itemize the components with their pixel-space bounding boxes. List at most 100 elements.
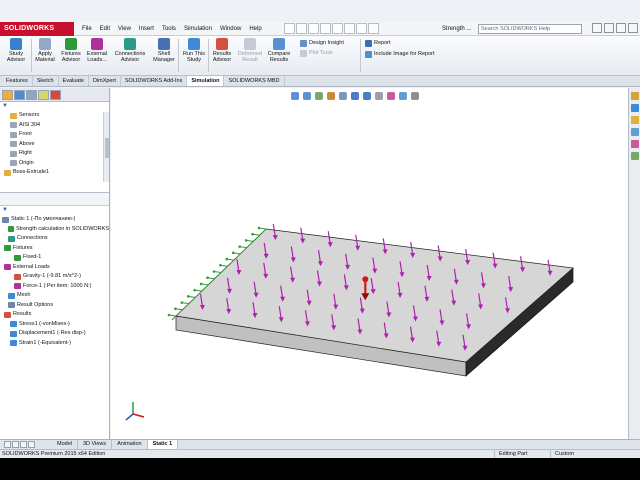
minimize-icon[interactable] <box>604 23 614 33</box>
plot-tools-button[interactable]: Plot Tools <box>300 49 333 57</box>
display-tab-icon[interactable] <box>50 90 61 100</box>
rebuild-icon[interactable] <box>356 23 367 34</box>
tree-item[interactable]: Boss-Extrude1 <box>0 168 109 178</box>
menu-edit[interactable]: Edit <box>96 22 114 36</box>
hide-show-icon[interactable] <box>375 92 383 100</box>
tab-simulation[interactable]: Simulation <box>187 76 225 86</box>
tab-sketch[interactable]: Sketch <box>33 76 59 86</box>
menu-view[interactable]: View <box>114 22 135 36</box>
tab-static-1[interactable]: Static 1 <box>147 440 179 449</box>
view-orientation-icon[interactable] <box>351 92 359 100</box>
restore-icon[interactable] <box>616 23 626 33</box>
compare-results-button[interactable]: Compare Results <box>265 38 293 63</box>
prev-tab-icon[interactable] <box>12 441 19 448</box>
tree-item[interactable]: Gravity-1 (-9.81 m/s^2-) <box>0 272 109 282</box>
menu-simulation[interactable]: Simulation <box>180 22 216 36</box>
tree-scrollbar[interactable] <box>103 112 109 182</box>
scroll-thumb[interactable] <box>105 138 109 158</box>
tab-addins[interactable]: SOLIDWORKS Add-Ins <box>121 76 188 86</box>
zoom-fit-icon[interactable] <box>291 92 299 100</box>
fixtures-advisor-button[interactable]: Fixtures Advisor <box>57 38 85 63</box>
tree-item[interactable]: Displacement1 (-Res disp-) <box>0 329 109 339</box>
tab-model[interactable]: Model <box>52 440 78 449</box>
deformed-result-button[interactable]: Deformed Result <box>236 38 264 63</box>
design-library-icon[interactable] <box>631 104 639 112</box>
model-view[interactable] <box>111 88 628 444</box>
display-style-icon[interactable] <box>363 92 371 100</box>
run-study-button[interactable]: Run This Study <box>180 38 208 63</box>
view-settings-icon[interactable] <box>411 92 419 100</box>
file-explorer-icon[interactable] <box>631 116 639 124</box>
tree-item[interactable]: Strain1 (-Equivalent-) <box>0 339 109 349</box>
tree-item[interactable]: Origin <box>0 159 109 169</box>
tree-item[interactable]: Strength calculation in SOLIDWORKS <box>0 225 109 235</box>
help-icon[interactable] <box>592 23 602 33</box>
tree-item[interactable]: External Loads <box>0 263 109 273</box>
close-icon[interactable] <box>628 23 638 33</box>
shell-manager-button[interactable]: Shell Manager <box>150 38 178 63</box>
tab-mbd[interactable]: SOLIDWORKS MBD <box>224 76 285 86</box>
filter-icon[interactable]: ▼ <box>0 206 109 215</box>
tree-item[interactable]: Fixtures <box>0 244 109 254</box>
last-tab-icon[interactable] <box>28 441 35 448</box>
tree-item[interactable]: Above <box>0 140 109 150</box>
menu-file[interactable]: File <box>78 22 96 36</box>
menu-tools[interactable]: Tools <box>158 22 180 36</box>
custom-properties-icon[interactable] <box>631 152 639 160</box>
resources-icon[interactable] <box>631 92 639 100</box>
tree-item[interactable]: Front <box>0 130 109 140</box>
filter-icon[interactable]: ▼ <box>0 102 109 111</box>
tree-item[interactable]: Stress1 (-vonMises-) <box>0 320 109 330</box>
tree-item[interactable]: Connections <box>0 234 109 244</box>
edit-appearance-icon[interactable] <box>387 92 395 100</box>
solidworks-logo[interactable]: SOLIDWORKS <box>0 22 74 36</box>
print-icon[interactable] <box>320 23 331 34</box>
property-tab-icon[interactable] <box>14 90 25 100</box>
menu-window[interactable]: Window <box>216 22 245 36</box>
view-palette-icon[interactable] <box>631 128 639 136</box>
save-icon[interactable] <box>308 23 319 34</box>
tree-item[interactable]: Results <box>0 310 109 320</box>
undo-icon[interactable] <box>332 23 343 34</box>
tree-item[interactable]: Sensors <box>0 111 109 121</box>
menu-help[interactable]: Help <box>245 22 265 36</box>
tab-features[interactable]: Features <box>2 76 33 86</box>
dynamic-annotation-icon[interactable] <box>339 92 347 100</box>
graphics-area[interactable] <box>111 88 628 444</box>
previous-view-icon[interactable] <box>315 92 323 100</box>
panel-splitter[interactable] <box>0 193 109 206</box>
tree-item[interactable]: Mesh <box>0 291 109 301</box>
apply-material-button[interactable]: Apply Material <box>31 38 59 63</box>
tab-dimxpert[interactable]: DimXpert <box>89 76 121 86</box>
tree-item[interactable]: Force-1 (:Per item: 1000 N:) <box>0 282 109 292</box>
config-tab-icon[interactable] <box>26 90 37 100</box>
apply-scene-icon[interactable] <box>399 92 407 100</box>
external-loads-button[interactable]: External Loads... <box>83 38 111 63</box>
appearances-icon[interactable] <box>631 140 639 148</box>
report-button[interactable]: Report <box>365 39 391 47</box>
search-help-input[interactable]: Search SOLIDWORKS Help <box>478 24 582 34</box>
dimxpert-tab-icon[interactable] <box>38 90 49 100</box>
open-icon[interactable] <box>296 23 307 34</box>
tree-item[interactable]: Right <box>0 149 109 159</box>
tab-3d-views[interactable]: 3D Views <box>78 440 113 449</box>
tree-item[interactable]: Result Options <box>0 301 109 311</box>
tree-item[interactable]: Fixed-1 <box>0 253 109 263</box>
new-icon[interactable] <box>284 23 295 34</box>
section-view-icon[interactable] <box>327 92 335 100</box>
first-tab-icon[interactable] <box>4 441 11 448</box>
next-tab-icon[interactable] <box>20 441 27 448</box>
units-selector[interactable]: Custom <box>550 450 574 458</box>
design-insight-button[interactable]: Design Insight <box>300 39 344 47</box>
options-icon[interactable] <box>368 23 379 34</box>
include-image-button[interactable]: Include Image for Report <box>365 50 435 58</box>
connections-advisor-button[interactable]: Connections Advisor <box>113 38 147 63</box>
select-icon[interactable] <box>344 23 355 34</box>
feature-tree-tab-icon[interactable] <box>2 90 13 100</box>
tree-item[interactable]: Static 1 (-По умолчанию-) <box>0 215 109 225</box>
tab-animation[interactable]: Animation <box>112 440 148 449</box>
tab-evaluate[interactable]: Evaluate <box>59 76 89 86</box>
zoom-area-icon[interactable] <box>303 92 311 100</box>
study-advisor-button[interactable]: Study Advisor <box>2 38 30 63</box>
tree-item[interactable]: AISI 304 <box>0 121 109 131</box>
